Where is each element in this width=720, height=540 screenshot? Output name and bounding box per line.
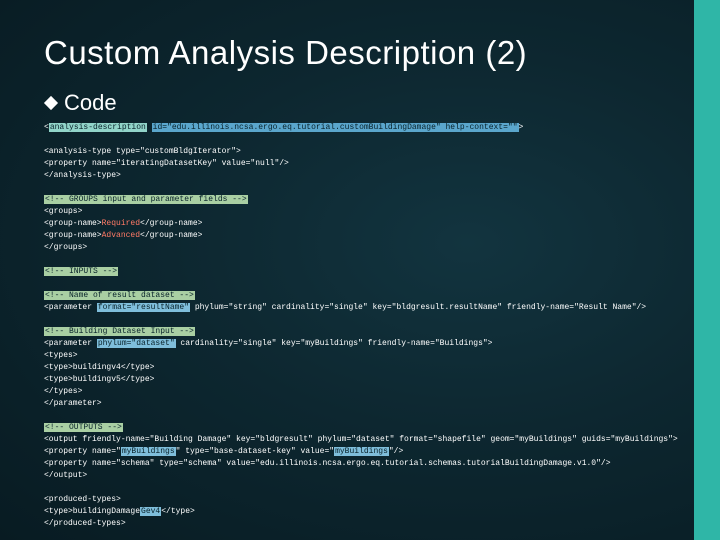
code-line: <property name="iteratingDatasetKey" val… bbox=[44, 159, 289, 168]
code-line: </analysis-type> bbox=[44, 171, 121, 180]
code-line: <parameter bbox=[44, 303, 97, 312]
code-comment: <!-- GROUPS input and parameter fields -… bbox=[44, 195, 248, 204]
code-attr-val: myBuildings bbox=[334, 447, 389, 456]
code-advanced: Advanced bbox=[102, 231, 140, 240]
code-line: <type>buildingv5</type> bbox=[44, 375, 154, 384]
code-line: </types> bbox=[44, 387, 82, 396]
code-line: <property name=" bbox=[44, 447, 121, 456]
code-line: cardinality="single" key="myBuildings" f… bbox=[176, 339, 493, 348]
code-line: " type="base-dataset-key" value=" bbox=[176, 447, 334, 456]
code-line: <groups> bbox=[44, 207, 82, 216]
code-attr-val: myBuildings bbox=[121, 447, 176, 456]
code-line: <types> bbox=[44, 351, 78, 360]
code-comment: <!-- OUTPUTS --> bbox=[44, 423, 123, 432]
code-line: </group-name> bbox=[140, 231, 202, 240]
code-line: <parameter bbox=[44, 339, 97, 348]
code-comment: <!-- Name of result dataset --> bbox=[44, 291, 195, 300]
code-comment: <!-- INPUTS --> bbox=[44, 267, 118, 276]
code-line: <type>buildingv4</type> bbox=[44, 363, 154, 372]
code-line: </parameter> bbox=[44, 399, 102, 408]
code-block: <analysis-description id="edu.illinois.n… bbox=[44, 122, 680, 540]
slide: Custom Analysis Description (2) Code <an… bbox=[0, 0, 720, 540]
code-line: <analysis-type type="customBldgIterator"… bbox=[44, 147, 241, 156]
bullet-row: Code bbox=[44, 90, 680, 116]
code-attr-val: phylum="dataset" bbox=[97, 339, 176, 348]
code-line: </output> bbox=[44, 471, 87, 480]
code-line: </groups> bbox=[44, 243, 87, 252]
accent-bar bbox=[694, 0, 720, 540]
bullet-diamond-icon bbox=[44, 96, 58, 110]
code-line: <type>buildingDamage bbox=[44, 507, 140, 516]
code-line: <property name="schema" type="schema" va… bbox=[44, 459, 611, 468]
code-line: </produced-types> bbox=[44, 519, 126, 528]
code-line: <output friendly-name="Building Damage" … bbox=[44, 435, 678, 444]
code-line: <produced-types> bbox=[44, 495, 121, 504]
code-line: <group-name> bbox=[44, 231, 102, 240]
code-attr: id="edu.illinois.ncsa.ergo.eq.tutorial.c… bbox=[152, 123, 519, 132]
code-required: Required bbox=[102, 219, 140, 228]
code-attr-val: Gev4 bbox=[140, 507, 161, 516]
code-comment: <!-- Building Dataset Input --> bbox=[44, 327, 195, 336]
code-line: </type> bbox=[161, 507, 195, 516]
code-tag: analysis-description bbox=[49, 123, 147, 132]
code-attr-val: format="resultName" bbox=[97, 303, 190, 312]
code-line: </group-name> bbox=[140, 219, 202, 228]
code-line: phylum="string" cardinality="single" key… bbox=[190, 303, 646, 312]
page-title: Custom Analysis Description (2) bbox=[44, 34, 680, 72]
bullet-label: Code bbox=[64, 90, 117, 116]
code-line: "/> bbox=[389, 447, 403, 456]
code-line: <group-name> bbox=[44, 219, 102, 228]
